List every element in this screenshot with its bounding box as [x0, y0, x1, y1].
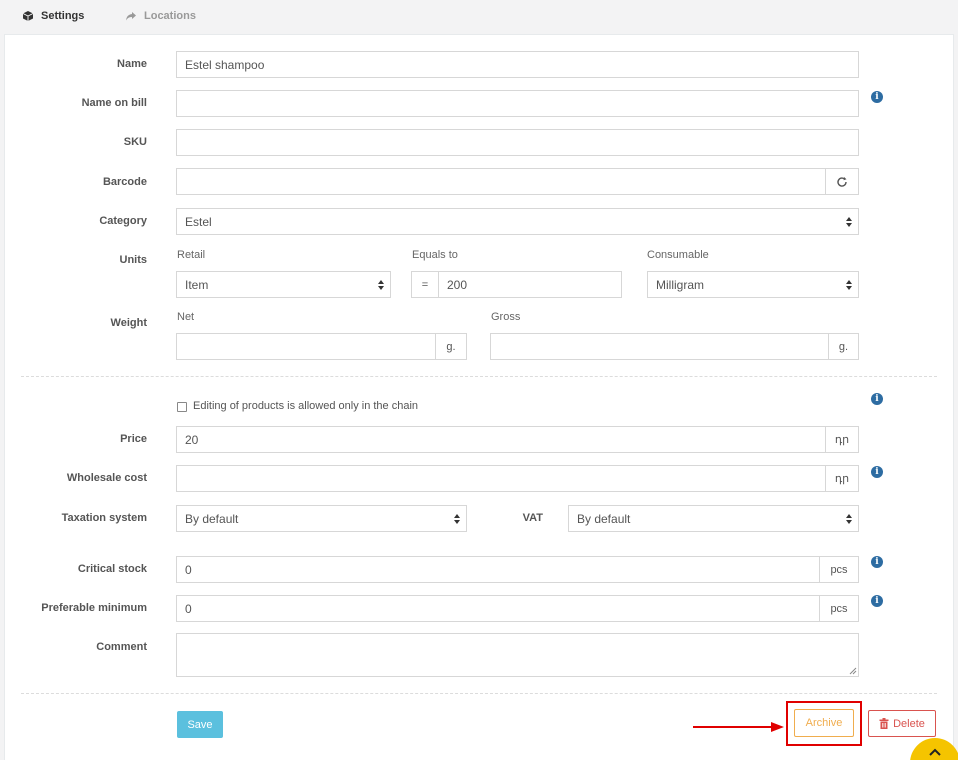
preferable-minimum-unit-addon: pcs — [819, 595, 859, 622]
comment-textarea[interactable] — [176, 633, 859, 677]
price-currency: դր — [834, 434, 850, 446]
name-on-bill-label: Name on bill — [81, 97, 147, 109]
name-input[interactable]: Estel shampoo — [176, 51, 859, 78]
weight-label: Weight — [110, 317, 147, 329]
vat-value: By default — [577, 511, 631, 526]
delete-label: Delete — [893, 717, 925, 730]
price-value: 20 — [185, 432, 199, 447]
share-arrow-icon — [126, 12, 136, 21]
gross-unit-addon: g. — [828, 333, 859, 360]
price-currency-addon: դր — [825, 426, 859, 453]
select-caret-icon — [846, 514, 852, 524]
critical-stock-unit: pcs — [830, 563, 848, 576]
tab-settings-label: Settings — [41, 10, 85, 22]
taxation-value: By default — [185, 511, 239, 526]
retail-label: Retail — [177, 249, 206, 261]
consumable-label: Consumable — [647, 249, 709, 261]
critical-stock-value: 0 — [185, 562, 192, 577]
equals-to-value: 200 — [447, 277, 468, 292]
save-button[interactable]: Save — [177, 711, 223, 738]
taxation-select[interactable]: By default — [176, 505, 467, 532]
vat-label: VAT — [522, 512, 543, 524]
barcode-label: Barcode — [102, 176, 147, 188]
critical-stock-input[interactable]: 0 — [176, 556, 820, 583]
name-label: Name — [117, 58, 147, 70]
settings-panel: Name Estel shampoo Name on bill i SKU Ba… — [4, 34, 954, 760]
barcode-input[interactable] — [176, 168, 826, 195]
comment-label: Comment — [96, 641, 147, 653]
arrow-annotation — [693, 722, 784, 732]
trash-icon — [879, 718, 889, 729]
net-label: Net — [177, 311, 195, 323]
select-caret-icon — [378, 280, 384, 290]
vat-select[interactable]: By default — [568, 505, 859, 532]
tab-settings[interactable]: Settings — [22, 10, 84, 22]
preferable-minimum-value: 0 — [185, 601, 192, 616]
name-value: Estel shampoo — [185, 57, 265, 72]
info-icon[interactable]: i — [871, 466, 883, 478]
tab-locations[interactable]: Locations — [125, 10, 196, 22]
net-weight-input[interactable] — [176, 333, 436, 360]
equals-to-label: Equals to — [412, 249, 458, 261]
net-unit-addon: g. — [435, 333, 467, 360]
name-on-bill-input[interactable] — [176, 90, 859, 117]
tab-locations-label: Locations — [144, 10, 196, 22]
preferable-minimum-label: Preferable minimum — [41, 602, 147, 614]
sku-input[interactable] — [176, 129, 859, 156]
chevron-up-icon — [929, 748, 941, 756]
wholesale-cost-label: Wholesale cost — [66, 472, 147, 484]
select-caret-icon — [846, 280, 852, 290]
cube-icon — [22, 11, 34, 21]
consumable-unit-select[interactable]: Milligram — [647, 271, 859, 298]
retail-unit-value: Item — [185, 277, 209, 292]
chain-only-checkbox[interactable] — [177, 402, 187, 412]
select-caret-icon — [846, 217, 852, 227]
gross-weight-input[interactable] — [490, 333, 829, 360]
category-label: Category — [99, 215, 147, 227]
gross-unit: g. — [838, 340, 849, 353]
info-icon[interactable]: i — [871, 393, 883, 405]
gross-label: Gross — [491, 311, 521, 323]
refresh-icon — [837, 176, 847, 187]
tab-bar: Settings Locations — [0, 0, 958, 34]
equals-addon: = — [411, 271, 439, 298]
critical-stock-label: Critical stock — [77, 563, 147, 575]
section-divider — [21, 376, 937, 377]
select-caret-icon — [454, 514, 460, 524]
equals-sign: = — [421, 278, 429, 291]
sku-label: SKU — [123, 136, 147, 148]
taxation-label: Taxation system — [61, 512, 147, 524]
units-label: Units — [119, 254, 148, 266]
preferable-minimum-input[interactable]: 0 — [176, 595, 820, 622]
section-divider — [21, 693, 937, 694]
net-unit: g. — [446, 340, 456, 353]
wholesale-currency: դր — [834, 473, 850, 485]
equals-to-input[interactable]: 200 — [438, 271, 622, 298]
resize-handle-icon[interactable] — [849, 667, 857, 675]
preferable-minimum-unit: pcs — [830, 602, 848, 615]
delete-button[interactable]: Delete — [868, 710, 936, 737]
category-select[interactable]: Estel — [176, 208, 859, 235]
price-input[interactable]: 20 — [176, 426, 826, 453]
price-label: Price — [120, 433, 147, 445]
wholesale-cost-input[interactable] — [176, 465, 826, 492]
info-icon[interactable]: i — [871, 91, 883, 103]
wholesale-currency-addon: դր — [825, 465, 859, 492]
info-icon[interactable]: i — [871, 556, 883, 568]
consumable-unit-value: Milligram — [656, 277, 704, 292]
category-value: Estel — [185, 214, 212, 229]
archive-button[interactable]: Archive — [794, 709, 854, 737]
refresh-barcode-button[interactable] — [825, 168, 859, 195]
info-icon[interactable]: i — [871, 595, 883, 607]
chain-only-label: Editing of products is allowed only in t… — [193, 400, 419, 412]
critical-stock-unit-addon: pcs — [819, 556, 859, 583]
retail-unit-select[interactable]: Item — [176, 271, 391, 298]
